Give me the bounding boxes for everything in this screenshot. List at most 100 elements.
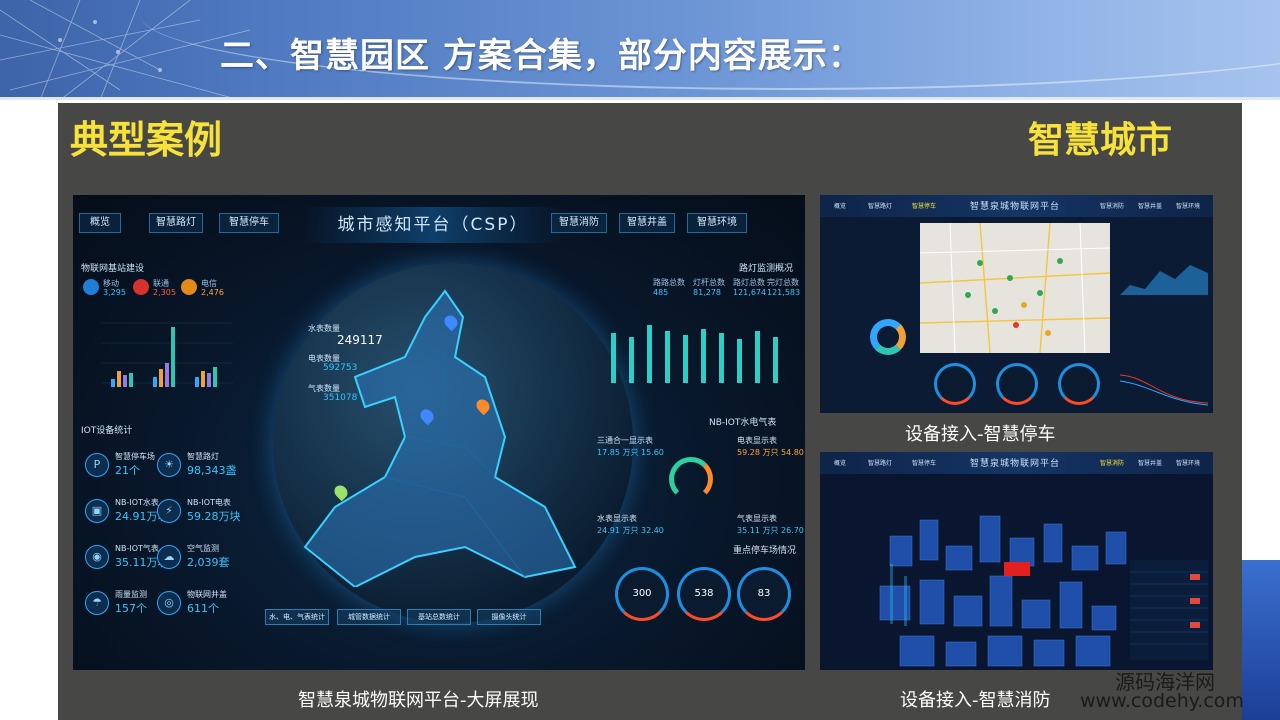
tab-fire[interactable]: 智慧消防 <box>1100 201 1124 210</box>
watermark-url: www.codehy.com <box>1080 690 1244 712</box>
tab-meter-stats[interactable]: 水、电、气表统计 <box>265 609 329 625</box>
tab-camera-stats[interactable]: 摄像头统计 <box>477 609 541 625</box>
nb-label: 三通合一显示表 <box>597 436 653 445</box>
tab-overview[interactable]: 概览 <box>834 201 846 210</box>
tab-street-light[interactable]: 智慧路灯 <box>868 458 892 467</box>
light-stat-value: 121,674 <box>733 288 767 297</box>
light-stat-value: 485 <box>653 288 669 297</box>
stat-value: 98,343盏 <box>187 464 237 477</box>
nb-value: 24.91 万只 32.40 <box>597 526 664 535</box>
stat-value: 611个 <box>187 602 219 615</box>
light-stat-name: 路灯总数 <box>733 278 765 287</box>
gauge-dial <box>996 363 1038 405</box>
stat-name: NB-IOT水表 <box>115 498 159 507</box>
iot-stat-rain: ☂ 雨量监测 157个 <box>85 589 165 623</box>
city-region-map <box>303 289 577 587</box>
gas-meter-icon: ◉ <box>85 545 109 569</box>
screen-title: 智慧泉城物联网平台 <box>970 459 1061 469</box>
section-title: NB-IOT水电气表 <box>709 418 777 428</box>
tab-fire[interactable]: 智慧消防 <box>1100 458 1124 467</box>
nb-label: 水表显示表 <box>597 514 637 523</box>
tab-overview[interactable]: 概览 <box>79 213 121 233</box>
table-rows <box>1130 571 1208 645</box>
tab-station-stats[interactable]: 基站总数统计 <box>407 609 471 625</box>
nb-label: 气表显示表 <box>737 514 777 523</box>
tab-manhole[interactable]: 智慧井盖 <box>619 213 675 233</box>
parking-ring-chart <box>870 319 906 355</box>
page-title: 二、智慧园区 方案合集，部分内容展示： <box>220 36 863 76</box>
slide-header: 二、智慧园区 方案合集，部分内容展示： <box>0 0 1280 100</box>
iot-stat-water-meter: ▣ NB-IOT水表 24.91万块 <box>85 497 169 531</box>
screen-title: 智慧泉城物联网平台 <box>970 202 1061 212</box>
tab-environment[interactable]: 智慧环境 <box>1176 201 1200 210</box>
line-chart <box>1120 374 1208 406</box>
nb-label: 电表显示表 <box>737 436 777 445</box>
tab-street-light[interactable]: 智慧路灯 <box>868 201 892 210</box>
stat-name: 雨量监测 <box>115 590 147 599</box>
light-icon: ☀ <box>157 453 181 477</box>
carrier-value: 2,476 <box>201 288 224 297</box>
stat-value: 59.28万块 <box>187 510 241 523</box>
section-title: 重点停车场情况 <box>733 546 797 556</box>
parking-dashboard-screenshot: 概览 智慧路灯 智慧停车 智慧泉城物联网平台 智慧消防 智慧井盖 智慧环境 <box>820 195 1213 413</box>
globe-value: 592753 <box>323 363 358 373</box>
tab-fire[interactable]: 智慧消防 <box>551 213 607 233</box>
globe-value: 249117 <box>337 333 383 347</box>
nb-ring-chart <box>669 457 713 501</box>
stat-name: 物联网井盖 <box>187 590 227 599</box>
tab-overview[interactable]: 概览 <box>834 458 846 467</box>
tab-manhole[interactable]: 智慧井盖 <box>1138 458 1162 467</box>
nb-value: 59.28 万只 54.80 <box>737 448 804 457</box>
stat-value: 2,039套 <box>187 556 230 569</box>
parking-gauge: 538 <box>677 567 731 621</box>
light-stat-name: 灯杆总数 <box>693 278 725 287</box>
section-title: IOT设备统计 <box>81 426 133 436</box>
base-station-bar-chart <box>101 322 233 387</box>
water-meter-icon: ▣ <box>85 499 109 523</box>
globe-label: 水表数量 <box>308 324 340 333</box>
smart-city-label: 智慧城市 <box>1027 120 1172 161</box>
iot-stat-street-light: ☀ 智慧路灯 98,343盏 <box>157 451 237 485</box>
tab-street-light[interactable]: 智慧路灯 <box>149 213 203 233</box>
stat-name: 智慧路灯 <box>187 452 219 461</box>
street-light-bar-chart <box>611 325 778 383</box>
stat-name: 智慧停车场 <box>115 452 155 461</box>
case-label: 典型案例 <box>70 118 223 162</box>
light-stat-name: 路路总数 <box>653 278 685 287</box>
caption-fire: 设备接入-智慧消防 <box>900 690 1051 711</box>
fire-data-table <box>1130 560 1208 660</box>
light-stat-value: 81,278 <box>693 288 721 297</box>
carrier-value: 3,295 <box>103 288 126 297</box>
light-stat-name: 完灯总数 <box>767 278 799 287</box>
power-meter-icon: ⚡ <box>157 499 181 523</box>
tab-manhole[interactable]: 智慧井盖 <box>1138 201 1162 210</box>
tab-environment[interactable]: 智慧环境 <box>1176 458 1200 467</box>
parking-gauge: 83 <box>737 567 791 621</box>
iot-stat-power-meter: ⚡ NB-IOT电表 59.28万块 <box>157 497 241 531</box>
unicom-icon <box>133 279 149 295</box>
parking-gauge: 300 <box>615 567 669 621</box>
umbrella-icon: ☂ <box>85 591 109 615</box>
tab-parking[interactable]: 智慧停车 <box>912 458 936 467</box>
stat-name: NB-IOT气表 <box>115 544 159 553</box>
side-stripe <box>1240 560 1280 720</box>
tab-environment[interactable]: 智慧环境 <box>687 213 747 233</box>
caption-parking: 设备接入-智慧停车 <box>905 424 1056 445</box>
stat-value: 157个 <box>115 602 147 615</box>
stat-name: 空气监测 <box>187 544 219 553</box>
tab-city-stats[interactable]: 城管数据统计 <box>337 609 401 625</box>
section-title: 物联网基站建设 <box>81 264 145 274</box>
iot-stat-manhole: ◎ 物联网井盖 611个 <box>157 589 237 623</box>
section-title: 路灯监测概况 <box>739 264 794 274</box>
header-divider <box>0 97 1280 100</box>
tab-parking[interactable]: 智慧停车 <box>912 201 936 210</box>
manhole-icon: ◎ <box>157 591 181 615</box>
area-chart <box>1120 265 1208 295</box>
gauge-dial <box>1058 363 1100 405</box>
csp-dashboard-screenshot: 概览 智慧路灯 智慧停车 城市感知平台（CSP） 智慧消防 智慧井盖 智慧环境 … <box>73 195 805 670</box>
tab-parking[interactable]: 智慧停车 <box>219 213 279 233</box>
nb-value: 35.11 万只 26.70 <box>737 526 804 535</box>
map-roads <box>919 222 1111 354</box>
cloud-icon: ☁ <box>157 545 181 569</box>
carrier-value: 2,305 <box>153 288 176 297</box>
